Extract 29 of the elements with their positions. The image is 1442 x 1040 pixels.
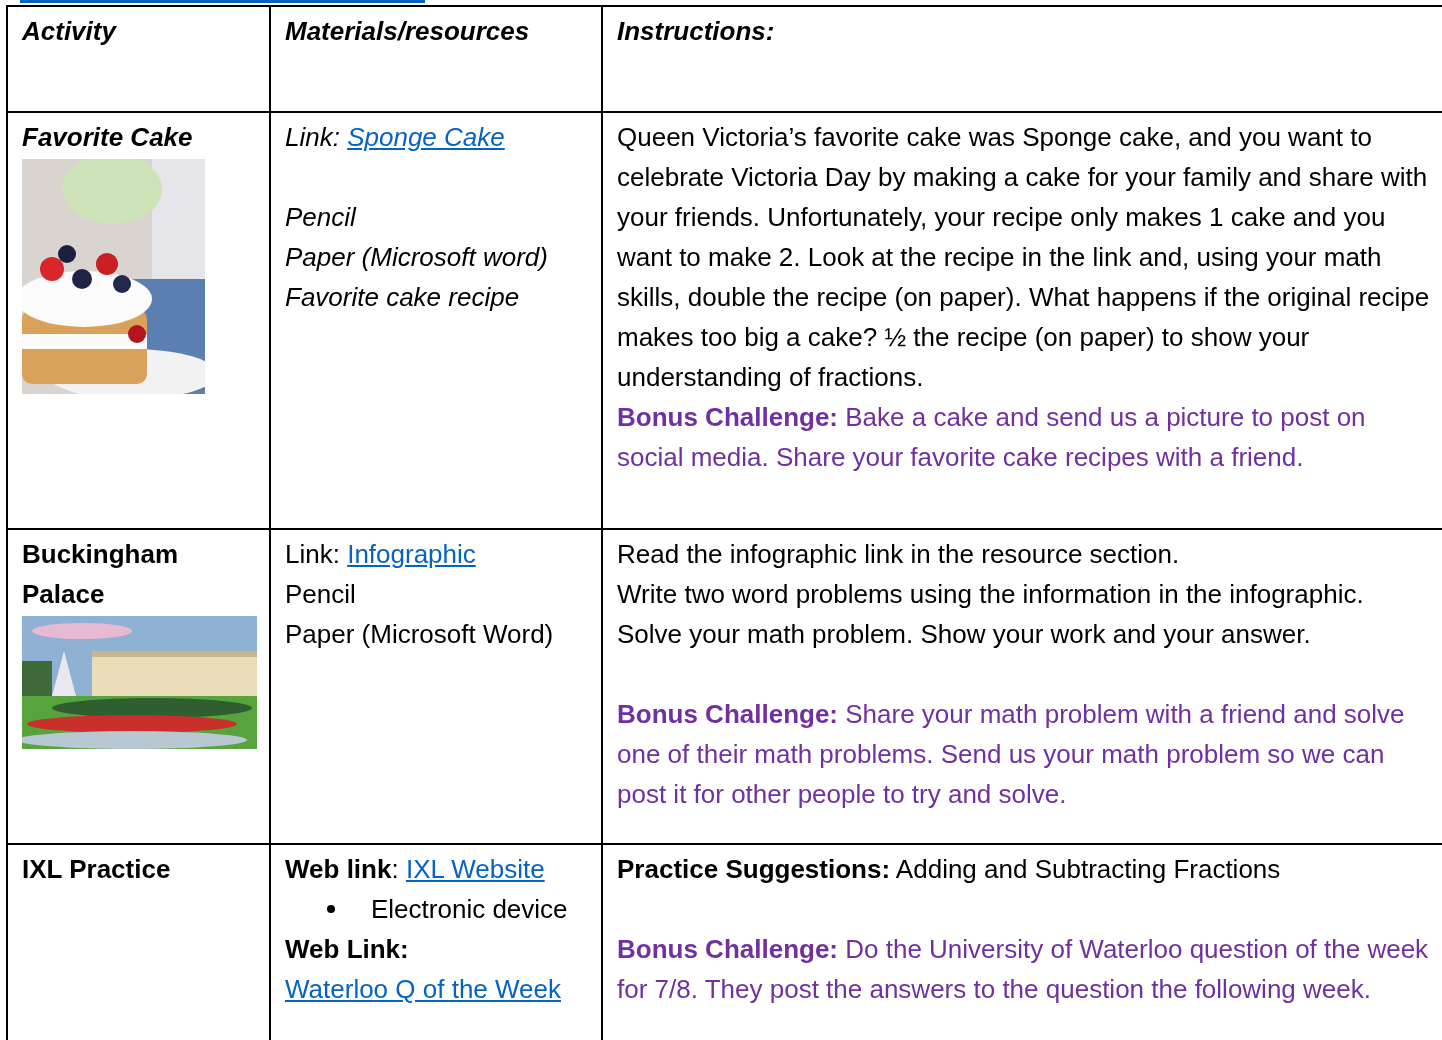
- resource-link[interactable]: IXL Website: [405, 854, 545, 884]
- instruction-text: Write two word problems using the information in the infographic.: [617, 578, 1365, 611]
- material-item: Paper (Microsoft word): [285, 241, 549, 274]
- activity-title: IXL Practice: [22, 853, 172, 886]
- column-header: Materials/resources: [285, 15, 531, 48]
- activity-title: Favorite Cake: [22, 121, 194, 154]
- instruction-text: Solve your math problem. Show your work and your answer.: [617, 618, 1312, 651]
- link-label: Link:: [285, 122, 340, 152]
- column-header: Activity: [22, 15, 118, 48]
- bonus-challenge-text: Bonus Challenge: Bake a cake and send us a picture to post on social media. Share your favorite cake recipes with a friend.: [617, 401, 1367, 474]
- material-item: Paper (Microsoft Word): [285, 618, 555, 651]
- material-item: Pencil: [285, 201, 358, 234]
- resource-link[interactable]: Sponge Cake: [347, 122, 505, 152]
- bonus-challenge-text: Bonus Challenge: Share your math problem with a friend and solve one of their math problems. Send us your math problem so we can post it for other people to try and solve.: [617, 698, 1406, 811]
- bonus-challenge-text: Bonus Challenge: Do the University of Waterloo question of the week for 7/8. They post the answers to the question the following week.: [617, 933, 1430, 1006]
- resource-link[interactable]: Infographic: [347, 539, 476, 569]
- instruction-text: Read the infographic link in the resource section.: [617, 538, 1181, 571]
- activity-title: Buckingham Palace: [22, 538, 180, 611]
- column-header: Instructions:: [617, 15, 776, 48]
- material-item: Electronic device: [371, 893, 568, 926]
- bullet-icon: [327, 905, 335, 913]
- resource-link[interactable]: Waterloo Q of the Week: [285, 974, 561, 1004]
- material-item: Pencil: [285, 578, 357, 611]
- instruction-text: Queen Victoria’s favorite cake was Sponge cake, and you want to celebrate Victoria Day by making a cake for your family and share with your friends. Unfortunately, your recipe only makes 1 cake and you want to make 2. Look at the recipe in the link and, using your math skills, double the recipe (on paper). What happens if the original recipe makes too big a cake? ½ the recipe (on paper) to show your understanding of fractions.: [617, 121, 1431, 394]
- material-item: Favorite cake recipe: [285, 281, 521, 314]
- link-label: Web link:: [285, 854, 399, 884]
- link-label: Link:: [285, 539, 340, 569]
- practice-suggestion-text: Practice Suggestions: Adding and Subtracting Fractions: [617, 853, 1282, 886]
- link-label: Web Link:: [285, 934, 409, 964]
